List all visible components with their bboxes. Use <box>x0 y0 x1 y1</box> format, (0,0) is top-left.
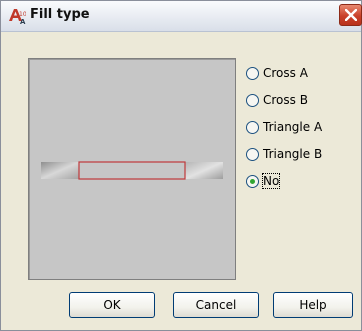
radio-label[interactable]: Cross A <box>263 66 308 80</box>
svg-text:10: 10 <box>19 11 26 18</box>
help-button[interactable]: Help <box>273 292 353 318</box>
fill-type-dialog: 10 A Fill type Cross A Cross B Triangle … <box>0 0 362 331</box>
radio-label[interactable]: No <box>261 173 281 189</box>
svg-text:A: A <box>20 18 26 25</box>
ok-button[interactable]: OK <box>69 292 155 318</box>
radio-label[interactable]: Cross B <box>263 93 308 107</box>
radio-triangle-b[interactable]: Triangle B <box>246 145 356 163</box>
fill-preview-panel <box>28 58 236 280</box>
fill-preview-graphic <box>41 161 223 180</box>
dialog-title: Fill type <box>30 7 90 22</box>
radio-button[interactable] <box>246 147 259 161</box>
left-wall-segment <box>41 162 79 179</box>
radio-label[interactable]: Triangle A <box>263 120 322 134</box>
close-icon <box>345 9 357 21</box>
radio-button[interactable] <box>246 120 259 134</box>
fill-region-outline <box>78 161 186 180</box>
radio-label[interactable]: Triangle B <box>263 147 322 161</box>
radio-cross-b[interactable]: Cross B <box>246 91 356 109</box>
app-icon: 10 A <box>8 7 27 26</box>
radio-button[interactable] <box>246 66 259 80</box>
title-bar[interactable]: 10 A Fill type <box>1 1 362 32</box>
radio-button-selected[interactable] <box>246 174 259 188</box>
cancel-button[interactable]: Cancel <box>173 292 259 318</box>
close-button[interactable] <box>339 4 362 26</box>
radio-no[interactable]: No <box>246 172 356 190</box>
radio-button[interactable] <box>246 93 259 107</box>
radio-triangle-a[interactable]: Triangle A <box>246 118 356 136</box>
right-wall-segment <box>185 162 223 179</box>
radio-cross-a[interactable]: Cross A <box>246 64 356 82</box>
